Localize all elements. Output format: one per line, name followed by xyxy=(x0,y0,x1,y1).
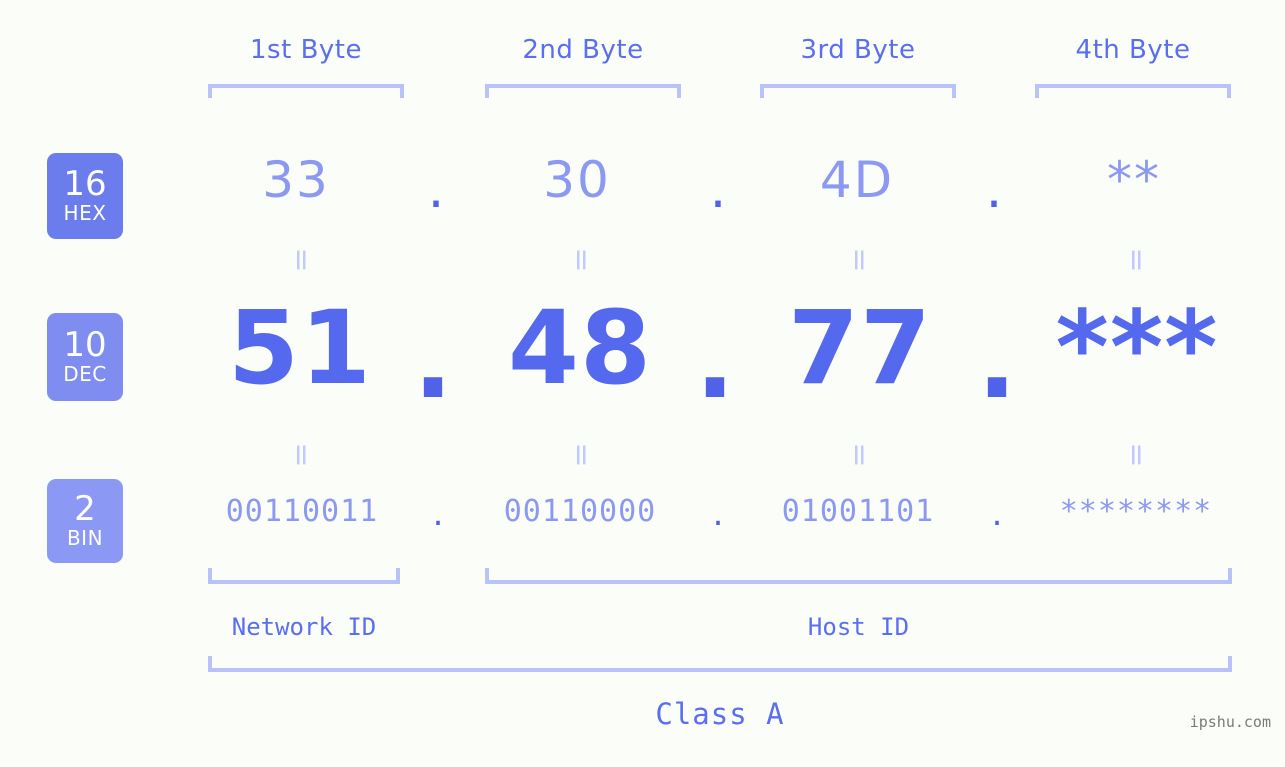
hex-byte-3: 4D xyxy=(819,151,895,209)
hex-byte-1: 33 xyxy=(262,151,330,209)
byte-bracket-2 xyxy=(485,84,681,98)
site-watermark: ipshu.com xyxy=(1189,713,1271,731)
dec-byte-2: 48 xyxy=(508,289,652,408)
bin-separator-3: . xyxy=(991,494,1003,534)
radix-badge-hex: 16 HEX xyxy=(47,153,123,239)
dec-byte-1: 51 xyxy=(228,289,372,408)
bin-byte-4: ******** xyxy=(1059,494,1213,529)
byte-header-1: 1st Byte xyxy=(250,35,362,65)
hex-separator-2: . xyxy=(709,160,727,220)
bin-byte-2: 00110000 xyxy=(503,494,657,529)
radix-badge-bin: 2 BIN xyxy=(47,479,123,563)
radix-badge-dec-number: 10 xyxy=(63,325,107,365)
radix-badge-dec-label: DEC xyxy=(63,362,107,386)
bin-separator-2: . xyxy=(712,494,724,534)
network-id-label: Network ID xyxy=(231,613,377,641)
byte-header-3: 3rd Byte xyxy=(800,35,916,65)
radix-badge-bin-label: BIN xyxy=(66,526,104,550)
class-bracket xyxy=(208,656,1232,672)
host-id-label: Host ID xyxy=(807,613,910,641)
hex-byte-4: ** xyxy=(1107,151,1161,209)
equals-mark-hex-dec-4: = xyxy=(1119,247,1154,273)
dec-byte-3: 77 xyxy=(788,289,932,408)
equals-mark-dec-bin-4: = xyxy=(1119,442,1154,468)
equals-mark-dec-bin-1: = xyxy=(284,442,319,468)
hex-separator-1: . xyxy=(427,160,445,220)
radix-badge-bin-number: 2 xyxy=(74,489,96,529)
bin-byte-3: 01001101 xyxy=(781,494,935,529)
dec-byte-4: *** xyxy=(1055,289,1219,408)
radix-badge-hex-number: 16 xyxy=(63,164,107,204)
byte-header-2: 2nd Byte xyxy=(522,35,644,65)
equals-mark-hex-dec-2: = xyxy=(564,247,599,273)
dec-separator-3: . xyxy=(977,300,1017,422)
byte-bracket-1 xyxy=(208,84,404,98)
byte-bracket-3 xyxy=(760,84,956,98)
equals-mark-hex-dec-1: = xyxy=(284,247,319,273)
radix-badge-dec: 10 DEC xyxy=(47,313,123,401)
hex-separator-3: . xyxy=(985,160,1003,220)
bin-byte-1: 00110011 xyxy=(225,494,379,529)
equals-mark-dec-bin-2: = xyxy=(564,442,599,468)
dec-separator-1: . xyxy=(413,300,453,422)
host-id-bracket xyxy=(485,568,1232,584)
ip-address-breakdown-diagram: 1st Byte 2nd Byte 3rd Byte 4th Byte 16 H… xyxy=(0,0,1285,767)
radix-badge-hex-label: HEX xyxy=(63,201,107,225)
dec-separator-2: . xyxy=(695,300,735,422)
bin-separator-1: . xyxy=(432,494,444,534)
equals-mark-hex-dec-3: = xyxy=(842,247,877,273)
byte-bracket-4 xyxy=(1035,84,1231,98)
equals-mark-dec-bin-3: = xyxy=(842,442,877,468)
network-id-bracket xyxy=(208,568,400,584)
class-label: Class A xyxy=(655,697,785,731)
hex-byte-2: 30 xyxy=(543,151,611,209)
byte-header-4: 4th Byte xyxy=(1075,35,1191,65)
